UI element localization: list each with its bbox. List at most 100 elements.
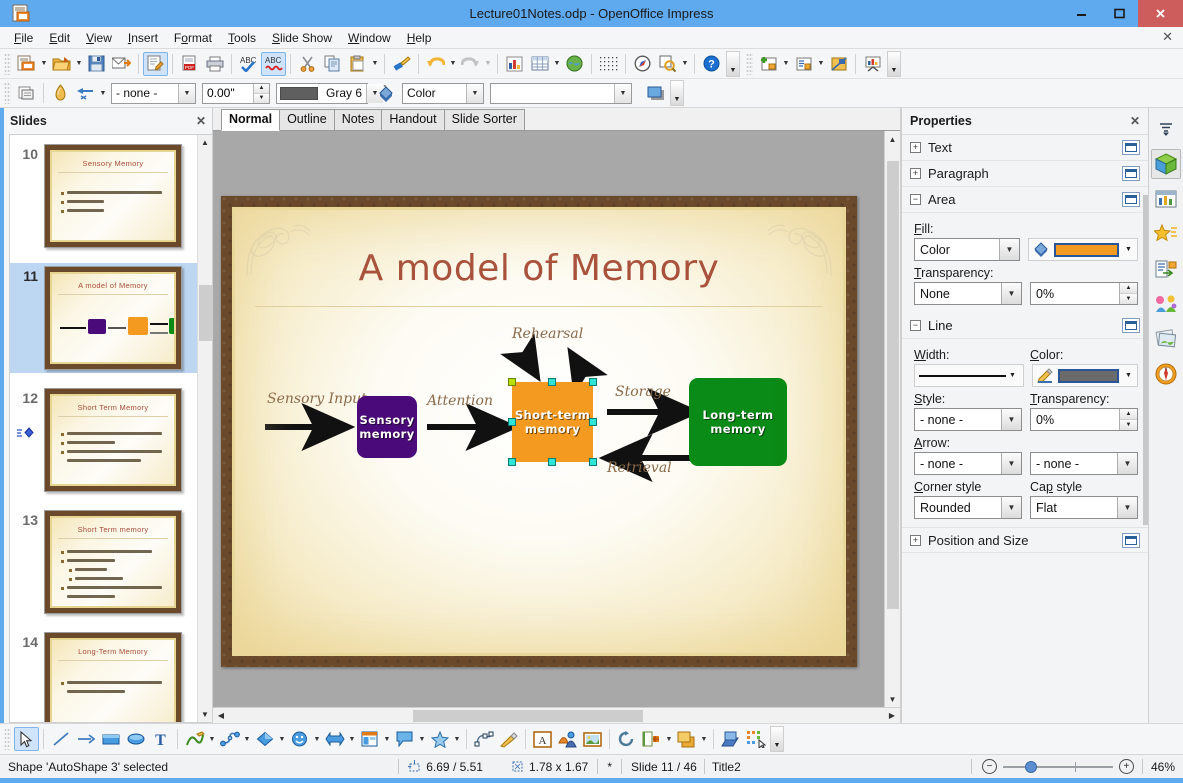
properties-deck-icon[interactable] <box>1151 149 1181 179</box>
label-sensory-input[interactable]: Sensory Input <box>267 391 367 407</box>
slides-scrollbar[interactable]: ▲ ▼ <box>197 135 212 722</box>
menu-format[interactable]: Format <box>166 28 220 48</box>
select-tool-icon[interactable] <box>14 727 39 751</box>
tab-slide-sorter[interactable]: Slide Sorter <box>443 109 525 130</box>
slide-thumbnail-10[interactable]: 10 Sensory Memory <box>10 141 197 251</box>
chevron-down-icon[interactable]: ▼ <box>664 728 674 750</box>
thumbnail-image[interactable]: Sensory Memory <box>44 144 182 248</box>
chevron-down-icon[interactable]: ▼ <box>1117 497 1137 518</box>
scroll-down-icon[interactable]: ▼ <box>885 691 901 707</box>
line-tool-icon[interactable] <box>48 727 73 751</box>
close-icon[interactable]: ✕ <box>196 114 206 128</box>
thumbnail-image[interactable]: A model of Memory <box>44 266 182 370</box>
chevron-down-icon[interactable]: ▼ <box>370 53 380 75</box>
chevron-down-icon[interactable]: ▼ <box>448 53 458 75</box>
spin-up-icon[interactable]: ▲ <box>1120 283 1137 294</box>
zoom-in-button[interactable]: + <box>1118 759 1134 774</box>
selection-handle-top[interactable] <box>548 378 556 386</box>
points-edit-icon[interactable] <box>471 727 496 751</box>
scroll-up-icon[interactable]: ▲ <box>198 135 213 150</box>
toolbar-grip[interactable] <box>746 52 753 75</box>
fill-color-swatch[interactable] <box>1054 242 1119 257</box>
display-views-icon[interactable] <box>14 81 39 105</box>
line-color-combo[interactable]: Gray 6 ▼ <box>276 82 384 104</box>
spin-down-icon[interactable]: ▼ <box>1120 294 1137 304</box>
connector-tool-icon[interactable] <box>217 727 242 751</box>
scroll-down-icon[interactable]: ▼ <box>198 707 213 722</box>
close-button[interactable] <box>1138 0 1183 27</box>
zoom-slider[interactable] <box>1002 760 1113 774</box>
slide-thumbnail-14[interactable]: 14 Long-Term Memory <box>10 629 197 722</box>
scroll-left-icon[interactable]: ◀ <box>213 708 229 724</box>
shape-long-term-memory[interactable]: Long-term memory <box>689 378 787 466</box>
insert-image-icon[interactable] <box>562 52 587 76</box>
more-options-icon[interactable] <box>1122 318 1140 333</box>
arrow-start-select[interactable]: - none - ▼ <box>914 452 1022 475</box>
chevron-down-icon[interactable]: ▼ <box>1001 409 1021 430</box>
slide-thumbnail-12[interactable]: 12 Short Term Memory <box>10 385 197 495</box>
start-slideshow-icon[interactable] <box>860 52 885 76</box>
new-slide-icon[interactable] <box>756 52 781 76</box>
selection-handle-bottom-left[interactable] <box>508 458 516 466</box>
save-icon[interactable] <box>84 52 109 76</box>
line-width-picker[interactable]: ▼ <box>914 364 1024 387</box>
close-icon[interactable]: ✕ <box>1130 114 1140 128</box>
thumbnail-image[interactable]: Short Term Memory <box>44 388 182 492</box>
toolbar-grip[interactable] <box>4 82 11 104</box>
master-slide-icon[interactable] <box>826 52 851 76</box>
slide-content[interactable]: A model of Memory Sensory Input Attentio… <box>232 207 846 656</box>
thumbnail-image[interactable]: Short Term memory <box>44 510 182 614</box>
scrollbar-thumb[interactable] <box>413 710 643 722</box>
more-options-icon[interactable] <box>1122 140 1140 155</box>
chevron-down-icon[interactable]: ▼ <box>483 53 493 75</box>
print-icon[interactable] <box>202 52 227 76</box>
toolbar-overflow-icon[interactable]: ▼ <box>726 50 740 77</box>
spin-up-icon[interactable]: ▲ <box>254 83 269 94</box>
chevron-down-icon[interactable]: ▼ <box>98 82 108 104</box>
canvas-vertical-scrollbar[interactable]: ▲ ▼ <box>884 131 900 707</box>
cut-icon[interactable] <box>295 52 320 76</box>
flowchart-shapes-icon[interactable] <box>357 727 382 751</box>
scroll-right-icon[interactable]: ▶ <box>884 708 900 724</box>
line-arrow-tool-icon[interactable] <box>73 727 98 751</box>
gallery-deck-icon[interactable] <box>1151 324 1181 354</box>
line-color-pen-icon[interactable] <box>48 81 73 105</box>
cap-style-select[interactable]: Flat ▼ <box>1030 496 1138 519</box>
undo-icon[interactable] <box>423 52 448 76</box>
line-style-select[interactable]: - none - ▼ <box>914 408 1022 431</box>
section-text[interactable]: + Text <box>902 135 1148 161</box>
rectangle-tool-icon[interactable] <box>98 727 123 751</box>
transparency-type-select[interactable]: None ▼ <box>914 282 1022 305</box>
email-document-icon[interactable] <box>109 52 134 76</box>
line-width-spinner[interactable]: 0.00" ▲ ▼ <box>202 82 270 104</box>
toolbar-grip[interactable] <box>4 728 11 750</box>
collapse-icon[interactable]: − <box>910 320 921 331</box>
spin-down-icon[interactable]: ▼ <box>1120 420 1137 430</box>
ellipse-tool-icon[interactable] <box>123 727 148 751</box>
line-color-picker[interactable]: ▼ <box>1032 364 1138 387</box>
menu-view[interactable]: View <box>78 28 120 48</box>
slide-editable-area[interactable]: A model of Memory Sensory Input Attentio… <box>221 196 857 667</box>
more-options-icon[interactable] <box>1122 166 1140 181</box>
transparency-value-spinner[interactable]: 0% ▲ ▼ <box>1030 282 1138 305</box>
arrow-style-combo[interactable]: - none - ▼ <box>111 82 196 104</box>
interaction-icon[interactable] <box>743 727 768 751</box>
block-arrows-icon[interactable] <box>322 727 347 751</box>
fill-bucket-icon[interactable] <box>374 81 399 105</box>
chevron-down-icon[interactable]: ▼ <box>1122 246 1135 253</box>
shadow-icon[interactable] <box>643 81 668 105</box>
tab-handout[interactable]: Handout <box>381 109 445 130</box>
chevron-down-icon[interactable]: ▼ <box>999 239 1019 260</box>
collapse-icon[interactable]: − <box>910 194 921 205</box>
curve-tool-icon[interactable] <box>182 727 207 751</box>
toolbar-overflow-icon[interactable]: ▼ <box>670 80 684 106</box>
scroll-up-icon[interactable]: ▲ <box>885 131 901 147</box>
toolbar-grip[interactable] <box>4 52 11 75</box>
section-area[interactable]: − Area <box>902 187 1148 213</box>
shape-sensory-memory[interactable]: Sensory memory <box>357 396 417 458</box>
label-storage[interactable]: Storage <box>615 384 671 400</box>
slide-thumbnail-13[interactable]: 13 Short Term memory <box>10 507 197 617</box>
menu-tools[interactable]: Tools <box>220 28 264 48</box>
zoom-slider-knob[interactable] <box>1024 760 1037 773</box>
section-line[interactable]: − Line <box>902 313 1148 339</box>
